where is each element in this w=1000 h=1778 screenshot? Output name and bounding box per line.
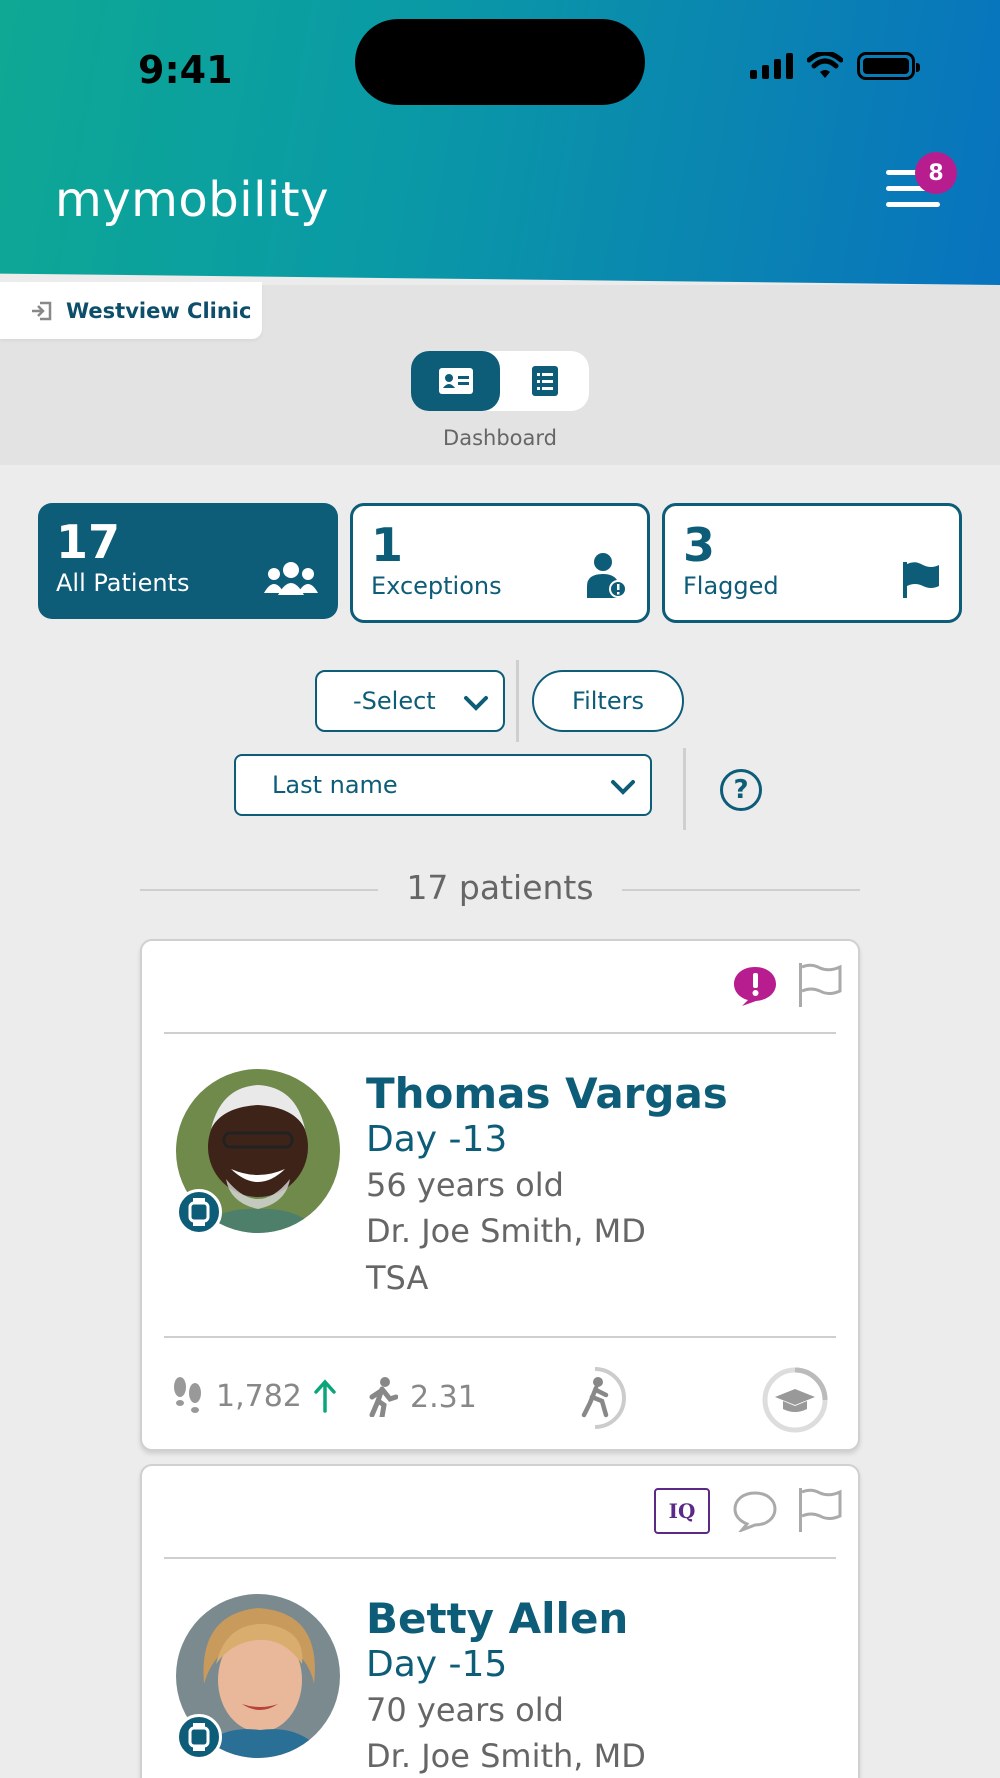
flag-outline-icon[interactable]	[798, 1488, 842, 1532]
patient-card[interactable]: Thomas Vargas Day -13 56 years old Dr. J…	[140, 939, 860, 1451]
patient-day: Day -13	[366, 1119, 508, 1160]
patient-name: Betty Allen	[366, 1594, 629, 1643]
divider	[683, 748, 686, 830]
steps-metric: 1,782	[172, 1377, 336, 1415]
walking-icon	[369, 1377, 398, 1417]
id-card-icon	[438, 368, 473, 394]
message-alert-icon[interactable]	[732, 965, 778, 1007]
iq-badge[interactable]: IQ	[654, 1488, 710, 1534]
patient-card[interactable]: IQ Betty Allen Day -15 70 years old Dr. …	[140, 1464, 860, 1778]
walking-speed-metric: 2.31	[368, 1377, 477, 1417]
help-button[interactable]: ?	[720, 769, 762, 811]
divider	[164, 1032, 836, 1034]
user-alert-icon	[587, 553, 627, 598]
chat-icon[interactable]	[732, 1490, 778, 1532]
exercise-progress-icon[interactable]	[562, 1365, 628, 1431]
steps-value: 1,782	[216, 1378, 302, 1414]
smartwatch-icon	[176, 1189, 222, 1235]
walking-speed-value: 2.31	[410, 1379, 477, 1415]
patient-day: Day -15	[366, 1644, 508, 1685]
footsteps-icon	[174, 1377, 201, 1413]
list-icon	[531, 366, 558, 396]
patient-count: 17 patients	[406, 868, 594, 907]
clinic-switcher[interactable]: Westview Clinic	[0, 282, 262, 339]
chevron-down-icon	[464, 696, 488, 711]
divider	[164, 1336, 836, 1338]
filters-button[interactable]: Filters	[532, 670, 684, 732]
status-time: 9:41	[138, 48, 233, 92]
divider	[516, 660, 519, 742]
list-view-button[interactable]	[500, 351, 589, 411]
dynamic-island	[355, 19, 645, 105]
flagged-card[interactable]: 3 Flagged	[662, 503, 962, 623]
group-select-value: -Select	[353, 687, 436, 715]
app-header: 9:41 mymobility 8	[0, 0, 1000, 285]
wifi-icon	[807, 52, 843, 78]
users-icon	[264, 562, 318, 595]
patient-procedure: TSA	[366, 1259, 429, 1297]
all-patients-count: 17	[56, 515, 121, 569]
arrow-up-icon	[314, 1379, 336, 1413]
battery-icon	[857, 52, 920, 80]
sign-in-icon	[32, 301, 52, 320]
smartwatch-icon	[176, 1714, 222, 1760]
patient-age: 70 years old	[366, 1691, 564, 1729]
all-patients-card[interactable]: 17 All Patients	[38, 503, 338, 619]
status-icons	[750, 52, 920, 80]
patient-name: Thomas Vargas	[366, 1069, 728, 1118]
education-progress-icon[interactable]	[760, 1365, 830, 1435]
notification-badge: 8	[915, 152, 957, 194]
app-logo: mymobility	[55, 172, 329, 228]
exceptions-card[interactable]: 1 Exceptions	[350, 503, 650, 623]
view-label: Dashboard	[443, 426, 557, 450]
flag-icon	[903, 562, 939, 598]
sort-select-value: Last name	[272, 771, 398, 799]
patient-doctor: Dr. Joe Smith, MD	[366, 1737, 646, 1775]
clinic-name: Westview Clinic	[66, 298, 252, 323]
sort-select[interactable]: Last name	[234, 754, 652, 816]
signal-icon	[750, 53, 793, 79]
patient-doctor: Dr. Joe Smith, MD	[366, 1212, 646, 1250]
card-view-button[interactable]	[411, 351, 500, 411]
divider	[164, 1557, 836, 1559]
chevron-down-icon	[611, 780, 635, 795]
patient-age: 56 years old	[366, 1166, 564, 1204]
view-toggle	[411, 351, 589, 411]
flag-outline-icon[interactable]	[798, 963, 842, 1007]
divider	[622, 889, 860, 891]
group-select[interactable]: -Select	[315, 670, 505, 732]
